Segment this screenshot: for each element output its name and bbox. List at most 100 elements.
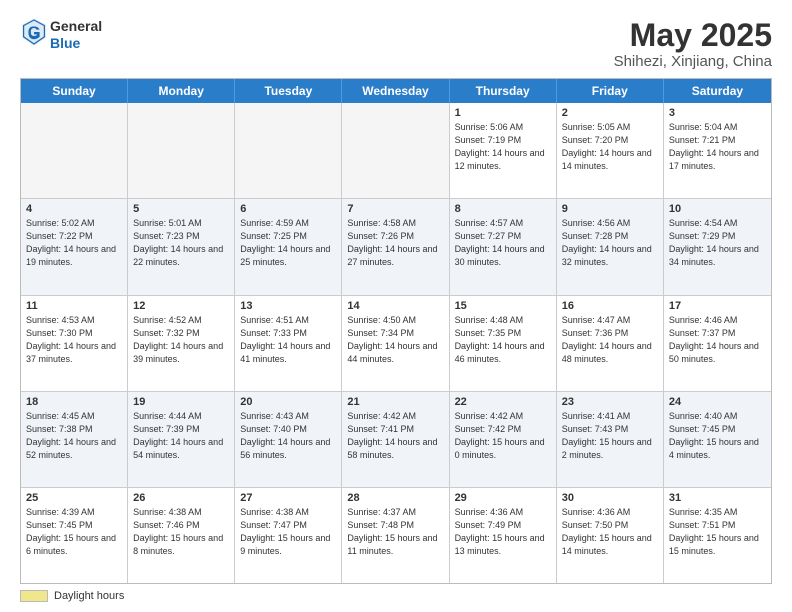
day-number: 4 (26, 203, 122, 215)
day-cell-27: 27 Sunrise: 4:38 AM Sunset: 7:47 PM Dayli… (235, 488, 342, 583)
calendar: SundayMondayTuesdayWednesdayThursdayFrid… (20, 78, 772, 584)
day-info: Sunrise: 4:38 AM Sunset: 7:46 PM Dayligh… (133, 506, 229, 558)
day-info: Sunrise: 4:58 AM Sunset: 7:26 PM Dayligh… (347, 217, 443, 269)
day-cell-11: 11Sunrise: 4:53 AM Sunset: 7:30 PM Dayli… (21, 296, 128, 391)
day-cell-16: 16 Sunrise: 4:47 AM Sunset: 7:36 PM Dayli… (557, 296, 664, 391)
day-number: 26 (133, 492, 229, 504)
day-info: Sunrise: 4:35 AM Sunset: 7:51 PM Dayligh… (669, 506, 766, 558)
day-info: Sunrise: 5:05 AM Sunset: 7:20 PM Dayligh… (562, 121, 658, 173)
day-cell-15: 15 Sunrise: 4:48 AM Sunset: 7:35 PM Dayli… (450, 296, 557, 391)
title-block: May 2025 Shihezi, Xinjiang, China (614, 18, 772, 70)
day-cell-25: 25 Sunrise: 4:39 AM Sunset: 7:45 PM Dayli… (21, 488, 128, 583)
day-number: 14 (347, 300, 443, 312)
day-number: 31 (669, 492, 766, 504)
day-number: 19 (133, 396, 229, 408)
day-cell-6: 6Sunrise: 4:59 AM Sunset: 7:25 PM Daylig… (235, 199, 342, 294)
day-number: 21 (347, 396, 443, 408)
day-cell-29: 29 Sunrise: 4:36 AM Sunset: 7:49 PM Dayli… (450, 488, 557, 583)
day-number: 8 (455, 203, 551, 215)
logo: General Blue (20, 18, 102, 52)
day-info: Sunrise: 4:56 AM Sunset: 7:28 PM Dayligh… (562, 217, 658, 269)
header-day-friday: Friday (557, 79, 664, 103)
day-cell-17: 17Sunrise: 4:46 AM Sunset: 7:37 PM Dayli… (664, 296, 771, 391)
day-number: 28 (347, 492, 443, 504)
day-info: Sunrise: 4:39 AM Sunset: 7:45 PM Dayligh… (26, 506, 122, 558)
title-month: May 2025 (614, 18, 772, 53)
day-number: 15 (455, 300, 551, 312)
day-cell-22: 22 Sunrise: 4:42 AM Sunset: 7:42 PM Dayli… (450, 392, 557, 487)
day-info: Sunrise: 4:38 AM Sunset: 7:47 PM Dayligh… (240, 506, 336, 558)
day-cell-12: 12 Sunrise: 4:52 AM Sunset: 7:32 PM Dayli… (128, 296, 235, 391)
day-info: Sunrise: 4:42 AM Sunset: 7:41 PM Dayligh… (347, 410, 443, 462)
day-cell-10: 10 Sunrise: 4:54 AM Sunset: 7:29 PM Dayli… (664, 199, 771, 294)
page: General Blue May 2025 Shihezi, Xinjiang,… (0, 0, 792, 612)
day-cell-26: 26 Sunrise: 4:38 AM Sunset: 7:46 PM Dayli… (128, 488, 235, 583)
day-number: 12 (133, 300, 229, 312)
day-cell-9: 9 Sunrise: 4:56 AM Sunset: 7:28 PM Daylig… (557, 199, 664, 294)
calendar-week-5: 25 Sunrise: 4:39 AM Sunset: 7:45 PM Dayli… (21, 487, 771, 583)
calendar-week-2: 4 Sunrise: 5:02 AM Sunset: 7:22 PM Daylig… (21, 198, 771, 294)
day-number: 10 (669, 203, 766, 215)
day-info: Sunrise: 5:06 AM Sunset: 7:19 PM Dayligh… (455, 121, 551, 173)
day-cell-3: 3Sunrise: 5:04 AM Sunset: 7:21 PM Daylig… (664, 103, 771, 198)
empty-cell (21, 103, 128, 198)
day-number: 24 (669, 396, 766, 408)
day-cell-13: 13Sunrise: 4:51 AM Sunset: 7:33 PM Dayli… (235, 296, 342, 391)
day-info: Sunrise: 4:41 AM Sunset: 7:43 PM Dayligh… (562, 410, 658, 462)
day-number: 6 (240, 203, 336, 215)
day-info: Sunrise: 4:48 AM Sunset: 7:35 PM Dayligh… (455, 314, 551, 366)
day-info: Sunrise: 4:53 AM Sunset: 7:30 PM Dayligh… (26, 314, 122, 366)
day-info: Sunrise: 5:04 AM Sunset: 7:21 PM Dayligh… (669, 121, 766, 173)
calendar-body: 1 Sunrise: 5:06 AM Sunset: 7:19 PM Daylig… (21, 103, 771, 583)
header-day-monday: Monday (128, 79, 235, 103)
day-info: Sunrise: 4:37 AM Sunset: 7:48 PM Dayligh… (347, 506, 443, 558)
title-location: Shihezi, Xinjiang, China (614, 53, 772, 70)
day-number: 30 (562, 492, 658, 504)
day-info: Sunrise: 4:52 AM Sunset: 7:32 PM Dayligh… (133, 314, 229, 366)
day-info: Sunrise: 4:50 AM Sunset: 7:34 PM Dayligh… (347, 314, 443, 366)
day-number: 25 (26, 492, 122, 504)
day-info: Sunrise: 4:45 AM Sunset: 7:38 PM Dayligh… (26, 410, 122, 462)
day-info: Sunrise: 5:01 AM Sunset: 7:23 PM Dayligh… (133, 217, 229, 269)
calendar-week-1: 1 Sunrise: 5:06 AM Sunset: 7:19 PM Daylig… (21, 103, 771, 198)
footer-label: Daylight hours (54, 590, 124, 602)
day-cell-21: 21 Sunrise: 4:42 AM Sunset: 7:41 PM Dayli… (342, 392, 449, 487)
day-info: Sunrise: 4:47 AM Sunset: 7:36 PM Dayligh… (562, 314, 658, 366)
logo-general: General (50, 18, 102, 35)
day-info: Sunrise: 5:02 AM Sunset: 7:22 PM Dayligh… (26, 217, 122, 269)
day-number: 7 (347, 203, 443, 215)
day-cell-4: 4 Sunrise: 5:02 AM Sunset: 7:22 PM Daylig… (21, 199, 128, 294)
empty-cell (128, 103, 235, 198)
day-cell-8: 8Sunrise: 4:57 AM Sunset: 7:27 PM Daylig… (450, 199, 557, 294)
daylight-swatch (20, 590, 48, 602)
day-cell-5: 5Sunrise: 5:01 AM Sunset: 7:23 PM Daylig… (128, 199, 235, 294)
day-number: 16 (562, 300, 658, 312)
day-number: 23 (562, 396, 658, 408)
logo-icon (22, 18, 46, 46)
header-day-tuesday: Tuesday (235, 79, 342, 103)
calendar-week-4: 18 Sunrise: 4:45 AM Sunset: 7:38 PM Dayli… (21, 391, 771, 487)
empty-cell (342, 103, 449, 198)
day-info: Sunrise: 4:54 AM Sunset: 7:29 PM Dayligh… (669, 217, 766, 269)
day-number: 9 (562, 203, 658, 215)
calendar-header: SundayMondayTuesdayWednesdayThursdayFrid… (21, 79, 771, 103)
day-number: 2 (562, 107, 658, 119)
day-number: 29 (455, 492, 551, 504)
day-info: Sunrise: 4:51 AM Sunset: 7:33 PM Dayligh… (240, 314, 336, 366)
day-cell-19: 19Sunrise: 4:44 AM Sunset: 7:39 PM Dayli… (128, 392, 235, 487)
day-cell-28: 28 Sunrise: 4:37 AM Sunset: 7:48 PM Dayli… (342, 488, 449, 583)
day-cell-18: 18 Sunrise: 4:45 AM Sunset: 7:38 PM Dayli… (21, 392, 128, 487)
day-cell-24: 24Sunrise: 4:40 AM Sunset: 7:45 PM Dayli… (664, 392, 771, 487)
day-number: 1 (455, 107, 551, 119)
day-cell-7: 7 Sunrise: 4:58 AM Sunset: 7:26 PM Daylig… (342, 199, 449, 294)
day-info: Sunrise: 4:36 AM Sunset: 7:49 PM Dayligh… (455, 506, 551, 558)
day-cell-2: 2 Sunrise: 5:05 AM Sunset: 7:20 PM Daylig… (557, 103, 664, 198)
day-number: 18 (26, 396, 122, 408)
day-number: 27 (240, 492, 336, 504)
day-cell-14: 14 Sunrise: 4:50 AM Sunset: 7:34 PM Dayli… (342, 296, 449, 391)
day-cell-20: 20Sunrise: 4:43 AM Sunset: 7:40 PM Dayli… (235, 392, 342, 487)
header: General Blue May 2025 Shihezi, Xinjiang,… (20, 18, 772, 70)
empty-cell (235, 103, 342, 198)
day-info: Sunrise: 4:42 AM Sunset: 7:42 PM Dayligh… (455, 410, 551, 462)
day-number: 22 (455, 396, 551, 408)
